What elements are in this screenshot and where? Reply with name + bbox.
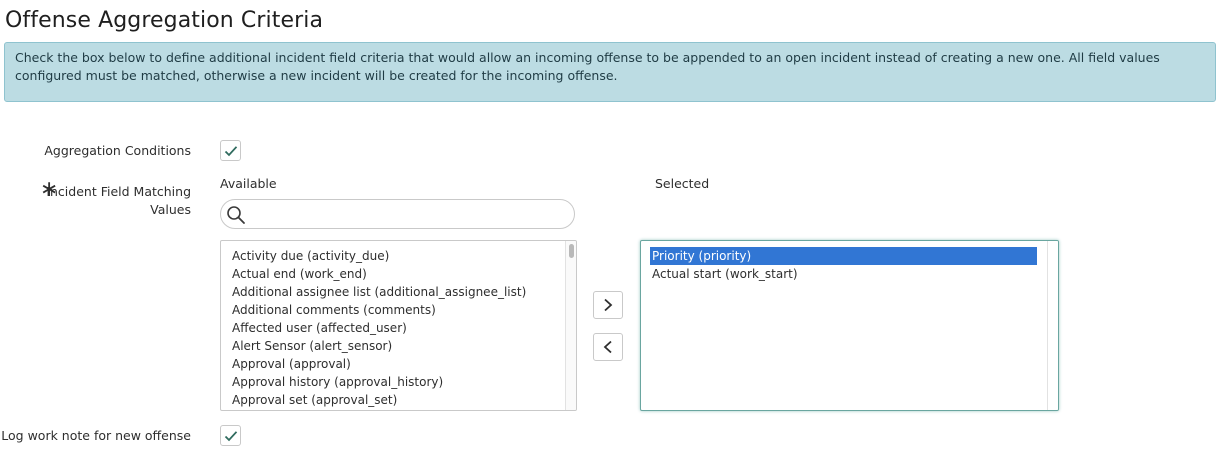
selected-scrollbar[interactable]: [1047, 241, 1058, 410]
selected-list[interactable]: Priority (priority) Actual start (work_st…: [640, 240, 1059, 411]
chevron-left-icon: [603, 340, 612, 354]
list-item[interactable]: Approval set (approval_set): [221, 391, 576, 409]
list-item[interactable]: Approval (approval): [221, 355, 576, 373]
remove-from-selected-button[interactable]: [593, 333, 623, 361]
available-scrollbar[interactable]: [565, 241, 576, 410]
aggregation-conditions-label: Aggregation Conditions: [44, 143, 191, 158]
add-to-selected-button[interactable]: [593, 291, 623, 319]
list-item[interactable]: Actual end (work_end): [221, 265, 576, 283]
incident-field-matching-label-line1: Incident Field Matching: [46, 184, 191, 199]
checkmark-icon: [224, 145, 237, 156]
incident-field-matching-label: Incident Field Matching Values: [46, 183, 191, 219]
aggregation-conditions-checkbox[interactable]: [220, 140, 241, 161]
list-item[interactable]: Affected user (affected_user): [221, 319, 576, 337]
list-item[interactable]: Activity due (activity_due): [221, 247, 576, 265]
checkmark-icon: [224, 430, 237, 441]
list-item[interactable]: Additional assignee list (additional_ass…: [221, 283, 576, 301]
chevron-right-icon: [604, 298, 613, 312]
list-item[interactable]: Approval history (approval_history): [221, 373, 576, 391]
incident-field-matching-label-line2: Values: [150, 202, 191, 217]
list-item[interactable]: Actual start (work_start): [641, 265, 1058, 283]
available-header: Available: [220, 176, 277, 191]
available-list[interactable]: Activity due (activity_due) Actual end (w…: [220, 240, 577, 411]
selected-header: Selected: [655, 176, 710, 191]
log-work-note-label: Log work note for new offense: [1, 428, 191, 443]
available-scrollbar-thumb[interactable]: [569, 244, 574, 258]
search-icon: [225, 204, 247, 226]
log-work-note-checkbox[interactable]: [220, 425, 241, 446]
list-item[interactable]: Priority (priority): [650, 247, 1037, 265]
available-search-input[interactable]: [251, 204, 565, 226]
available-search[interactable]: [220, 199, 575, 229]
list-item[interactable]: Alert Sensor (alert_sensor): [221, 337, 576, 355]
info-banner: Check the box below to define additional…: [4, 42, 1216, 102]
list-item[interactable]: Additional comments (comments): [221, 301, 576, 319]
page-title: Offense Aggregation Criteria: [5, 8, 324, 33]
